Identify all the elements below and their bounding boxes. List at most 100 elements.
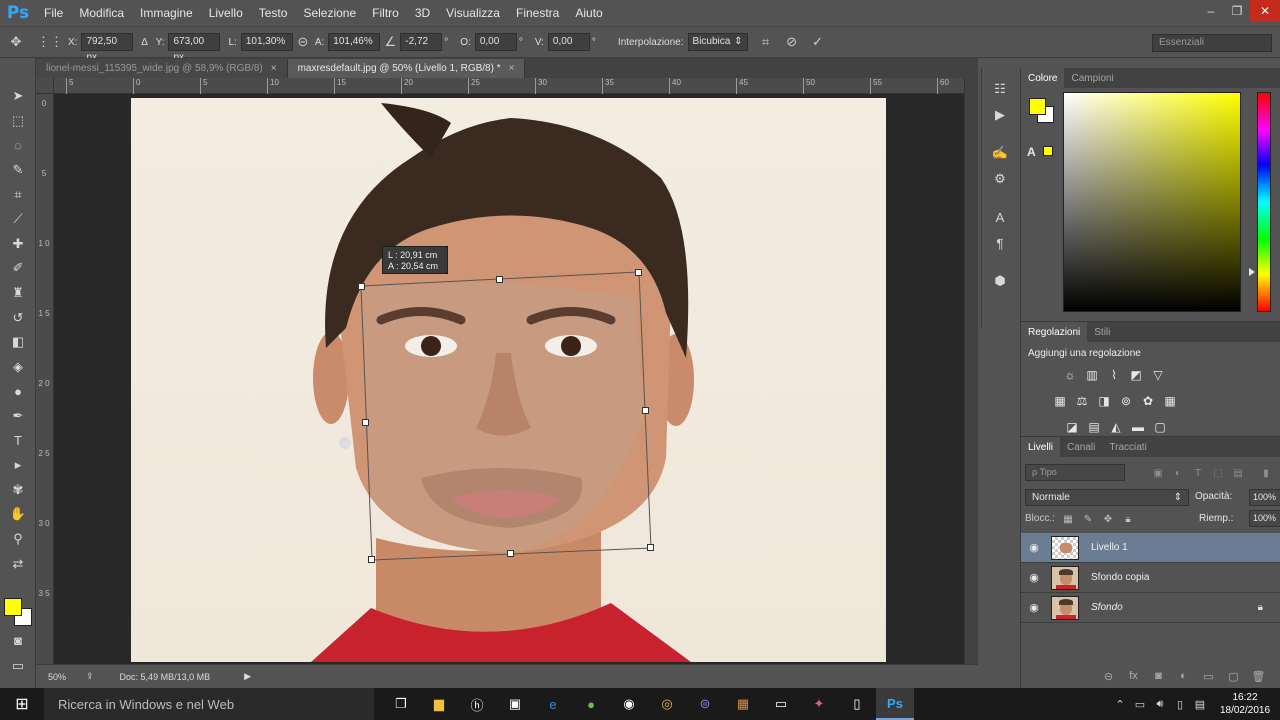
x-field[interactable]: 792,50 px <box>81 33 134 63</box>
history-brush-tool-icon[interactable]: ↺ <box>0 305 36 330</box>
custom-shape-tool-icon[interactable]: ✾ <box>0 478 36 503</box>
layer-row-livello-1[interactable]: ◉ Livello 1 <box>1021 533 1280 563</box>
brightness-icon[interactable]: ☼ <box>1059 366 1081 384</box>
tab-close-icon[interactable]: × <box>509 63 515 74</box>
tab-close-icon[interactable]: × <box>271 63 277 74</box>
lock-all-icon[interactable]: 🔒︎ <box>1119 511 1137 527</box>
media-app-icon[interactable]: ◉ <box>610 688 648 720</box>
transform-handle-top[interactable] <box>496 276 503 283</box>
notepad-icon[interactable]: ▯ <box>838 688 876 720</box>
transform-handle-right[interactable] <box>642 407 649 414</box>
commit-transform-icon[interactable]: ✓ <box>808 32 828 52</box>
color-balance-icon[interactable]: ⚖ <box>1071 392 1093 410</box>
vskew-field[interactable]: 0,00 <box>547 33 590 51</box>
path-selection-tool-icon[interactable]: ▸ <box>0 453 36 478</box>
canvas-area[interactable]: L : 20,91 cm A : 20,54 cm <box>54 94 964 664</box>
curves-icon[interactable]: ⌇ <box>1103 366 1125 384</box>
screen-mode-icon[interactable]: ▭ <box>0 654 36 679</box>
doc-tab-messi[interactable]: lionel-messi_115395_wide.jpg @ 58,9% (RG… <box>36 59 288 78</box>
vibrance-icon[interactable]: ▽ <box>1147 366 1169 384</box>
filter-smart-icon[interactable]: ▤ <box>1229 465 1247 481</box>
menu-visualizza[interactable]: Visualizza <box>438 0 508 26</box>
new-layer-icon[interactable]: ▢ <box>1221 667 1246 685</box>
app-icon-colorful[interactable]: ✦ <box>800 688 838 720</box>
status-menu-arrow-icon[interactable]: ▶ <box>244 671 251 682</box>
fill-field[interactable]: 100% <box>1249 510 1280 527</box>
layer-style-icon[interactable]: fx <box>1121 667 1146 685</box>
paragraph-panel-icon[interactable]: ¶ <box>982 230 1018 256</box>
tab-campioni[interactable]: Campioni <box>1064 68 1120 88</box>
menu-aiuto[interactable]: Aiuto <box>567 0 610 26</box>
hue-slider[interactable] <box>1257 92 1271 312</box>
lock-transparency-icon[interactable]: ▦ <box>1059 511 1077 527</box>
close-button[interactable]: ✕ <box>1250 0 1280 22</box>
torrent-icon[interactable]: ● <box>572 688 610 720</box>
hp-app-icon[interactable]: ⓗ <box>458 688 496 720</box>
filter-adjust-icon[interactable]: ◐ <box>1169 465 1187 481</box>
gamut-color-swatch[interactable] <box>1043 146 1053 156</box>
blend-mode-select[interactable]: Normale ⇕ <box>1025 489 1189 506</box>
threshold-icon[interactable]: ◭ <box>1105 418 1127 436</box>
levels-icon[interactable]: ▥ <box>1081 366 1103 384</box>
doc-tab-maxresdefault[interactable]: maxresdefault.jpg @ 50% (Livello 1, RGB/… <box>287 59 526 78</box>
reference-point-icon[interactable]: ⋮⋮ <box>37 32 63 52</box>
cmd-icon[interactable]: ▭ <box>762 688 800 720</box>
color-picker-field[interactable] <box>1063 92 1241 312</box>
layer-name[interactable]: Sfondo copia <box>1091 572 1149 583</box>
brush-settings-icon[interactable]: ⚙ <box>982 166 1018 192</box>
menu-filtro[interactable]: Filtro <box>364 0 407 26</box>
filter-toggle-icon[interactable]: ▮ <box>1257 465 1275 481</box>
menu-file[interactable]: File <box>36 0 71 26</box>
exposure-icon[interactable]: ◩ <box>1125 366 1147 384</box>
tab-tracciati[interactable]: Tracciati <box>1102 437 1153 457</box>
selective-color-icon[interactable]: ▢ <box>1149 418 1171 436</box>
link-icon[interactable]: ⊝ <box>293 32 313 52</box>
gradient-map-icon[interactable]: ▬ <box>1127 418 1149 436</box>
rotation-field[interactable]: -2,72 <box>400 33 443 51</box>
lock-pixels-icon[interactable]: ✎ <box>1079 511 1097 527</box>
tab-regolazioni[interactable]: Regolazioni <box>1021 322 1088 342</box>
delete-layer-icon[interactable]: 🗑︎ <box>1246 667 1271 685</box>
brush-presets-icon[interactable]: ✍ <box>982 140 1018 166</box>
hue-marker-icon[interactable] <box>1249 268 1255 276</box>
hskew-field[interactable]: 0,00 <box>474 33 517 51</box>
menu-modifica[interactable]: Modifica <box>71 0 132 26</box>
link-layers-icon[interactable]: ⊝ <box>1096 667 1121 685</box>
visibility-eye-icon[interactable]: ◉ <box>1021 601 1047 614</box>
move-tool-icon[interactable]: ➤ <box>0 84 36 109</box>
history-panel-icon[interactable]: ☷ <box>982 76 1018 102</box>
chrome-icon[interactable]: ◎ <box>648 688 686 720</box>
tray-chevron-icon[interactable]: ⌃ <box>1110 698 1130 711</box>
filter-shape-icon[interactable]: ⬚ <box>1209 465 1227 481</box>
interpolation-select[interactable]: Bicubica ⇕ <box>687 33 748 51</box>
file-explorer-icon[interactable]: ▆ <box>420 688 458 720</box>
color-lookup-icon[interactable]: ▦ <box>1159 392 1181 410</box>
transform-handle-top-left[interactable] <box>358 283 365 290</box>
new-group-icon[interactable]: ▭ <box>1196 667 1221 685</box>
transform-handle-top-right[interactable] <box>635 269 642 276</box>
filter-pixel-icon[interactable]: ▣ <box>1149 465 1167 481</box>
photoshop-taskbar-icon[interactable]: Ps <box>876 688 914 720</box>
gradient-tool-icon[interactable]: ◈ <box>0 355 36 380</box>
document-canvas[interactable]: L : 20,91 cm A : 20,54 cm <box>131 98 886 662</box>
panel-foreground-swatch[interactable] <box>1029 98 1046 115</box>
cancel-transform-icon[interactable]: ⊘ <box>782 32 802 52</box>
tab-livelli[interactable]: Livelli <box>1021 437 1061 457</box>
transform-handle-bottom[interactable] <box>507 550 514 557</box>
menu-testo[interactable]: Testo <box>251 0 296 26</box>
transform-handle-left[interactable] <box>362 419 369 426</box>
visibility-eye-icon[interactable]: ◉ <box>1021 571 1047 584</box>
3d-panel-icon[interactable]: ⬢ <box>982 268 1018 294</box>
posterize-icon[interactable]: ▤ <box>1083 418 1105 436</box>
workspace-select[interactable]: Essenziali <box>1152 34 1272 52</box>
height-field[interactable]: 101,46% <box>328 33 381 51</box>
pen-tool-icon[interactable]: ✒ <box>0 404 36 429</box>
dodge-tool-icon[interactable]: ● <box>0 379 36 404</box>
warp-icon[interactable]: ⌗ <box>756 32 776 52</box>
opacity-field[interactable]: 100% <box>1249 489 1280 506</box>
battery-icon[interactable]: ▭ <box>1130 698 1150 711</box>
task-view-icon[interactable]: ❐ <box>382 688 420 720</box>
tab-canali[interactable]: Canali <box>1060 437 1102 457</box>
vertical-scrollbar[interactable] <box>964 78 978 664</box>
hue-saturation-icon[interactable]: ▦ <box>1049 392 1071 410</box>
